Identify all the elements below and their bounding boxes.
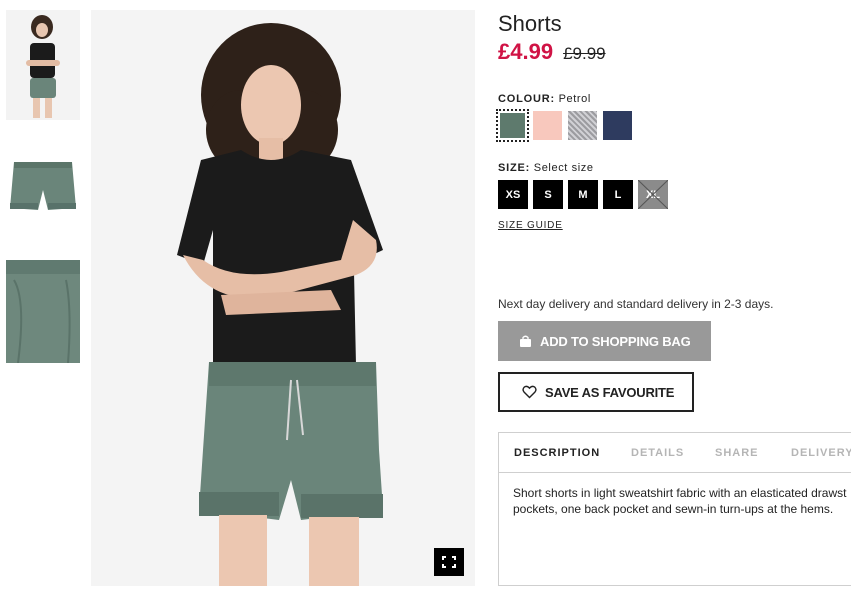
product-info-tabs: DESCRIPTION DETAILS SHARE DELIVERY Short… [498,432,851,586]
shopping-bag-icon [520,335,531,347]
original-price: £9.99 [563,44,606,63]
thumbnail-model[interactable] [6,10,80,120]
description-line-2: pockets, one back pocket and sewn-in tur… [513,502,834,516]
swatch-dark-blue[interactable] [603,111,632,140]
tab-share[interactable]: SHARE [715,447,791,459]
product-title: Shorts [498,11,562,36]
add-to-bag-button[interactable]: ADD TO SHOPPING BAG [498,321,711,361]
price-row: £4.99 £9.99 [498,39,606,65]
heart-icon [522,385,537,399]
shorts-detail-thumbnail-image [6,260,80,363]
model-photo [91,10,475,586]
shorts-flat-thumbnail-image [6,150,80,220]
tab-description[interactable]: DESCRIPTION [514,447,631,459]
thumbnail-shorts-flat[interactable] [6,150,80,220]
colour-swatches [496,109,632,142]
size-label-row: SIZE: Select size [498,162,594,174]
size-guide-link[interactable]: SIZE GUIDE [498,220,563,231]
size-l-button[interactable]: L [603,180,633,209]
tab-bar: DESCRIPTION DETAILS SHARE DELIVERY [499,433,851,473]
description-line-1: Short shorts in light sweatshirt fabric … [513,486,847,500]
size-prompt: Select size [533,162,594,174]
tab-details[interactable]: DETAILS [631,447,715,459]
add-to-bag-label: ADD TO SHOPPING BAG [540,333,691,349]
size-xl-button-unavailable[interactable]: XL [638,180,668,209]
size-xs-button[interactable]: XS [498,180,528,209]
size-options: XS S M L XL [498,180,668,209]
model-thumbnail-image [6,10,80,120]
unavailable-cross-icon [638,180,668,209]
size-s-button[interactable]: S [533,180,563,209]
swatch-grey-marl[interactable] [568,111,597,140]
colour-label: COLOUR: [498,93,555,105]
save-favourite-label: SAVE AS FAVOURITE [545,384,675,400]
delivery-note: Next day delivery and standard delivery … [498,297,774,311]
fullscreen-icon [442,556,456,568]
tab-delivery[interactable]: DELIVERY [791,447,851,459]
size-label: SIZE: [498,162,531,174]
selected-colour: Petrol [558,93,591,105]
thumbnail-shorts-detail[interactable] [6,260,80,363]
sale-price: £4.99 [498,39,554,64]
save-favourite-button[interactable]: SAVE AS FAVOURITE [498,372,694,412]
size-m-button[interactable]: M [568,180,598,209]
description-text: Short shorts in light sweatshirt fabric … [499,473,851,529]
fullscreen-button[interactable] [434,548,464,576]
swatch-light-pink[interactable] [533,111,562,140]
swatch-petrol[interactable] [496,109,529,142]
colour-label-row: COLOUR: Petrol [498,93,591,105]
main-product-image[interactable] [91,10,475,586]
